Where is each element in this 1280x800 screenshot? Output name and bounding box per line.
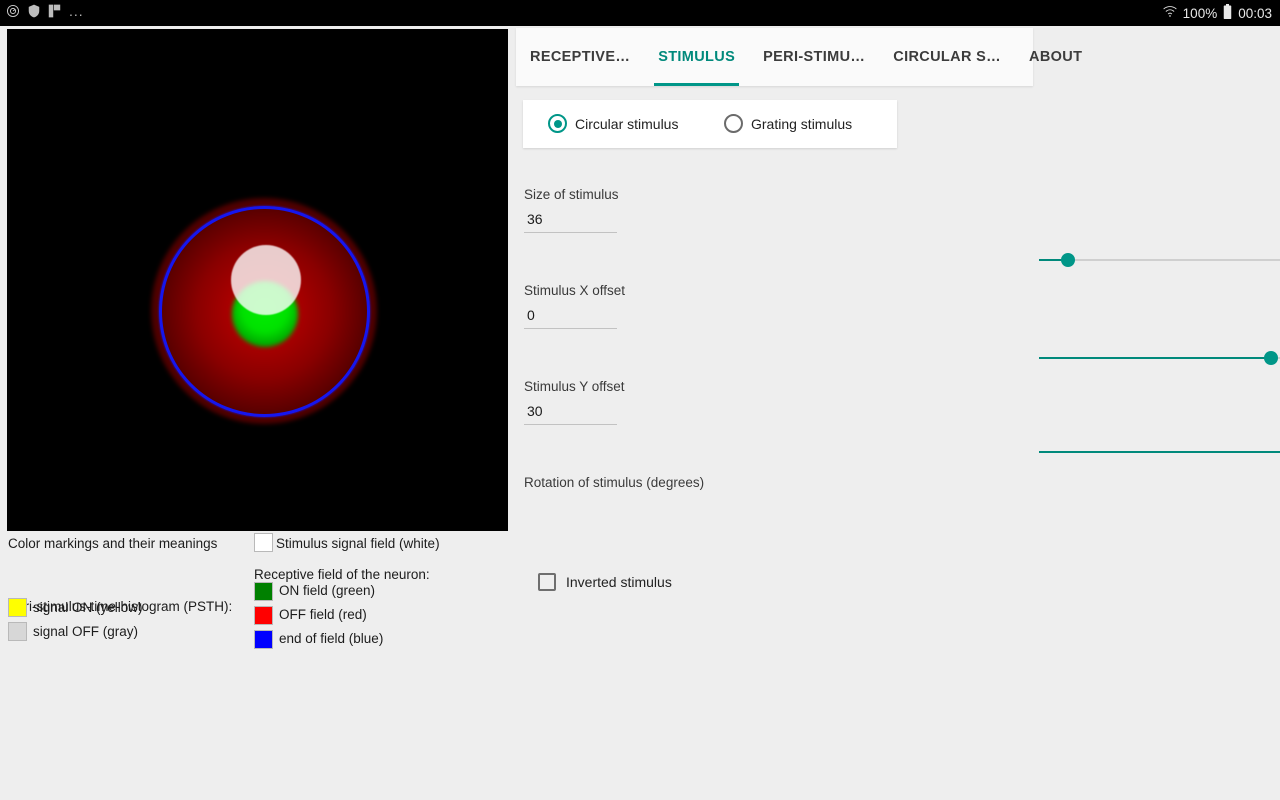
field-size-of-stimulus: Size of stimulus <box>524 187 619 233</box>
size-of-stimulus-label: Size of stimulus <box>524 187 619 202</box>
radio-unselected-icon <box>724 114 743 133</box>
radio-grating-stimulus-label: Grating stimulus <box>751 115 853 132</box>
tab-peri-stimulus[interactable]: PERI-STIMU… <box>749 28 879 86</box>
battery-percent-label: 100% <box>1182 5 1218 21</box>
stimulus-type-radio-group: Circular stimulus Grating stimulus <box>523 100 897 148</box>
legend-signal-on-label: signal ON (yellow) <box>33 600 143 615</box>
field-rotation-of-stimulus: Rotation of stimulus (degrees) <box>524 475 704 490</box>
tab-circular-s[interactable]: CIRCULAR S… <box>879 28 1015 86</box>
radio-grating-stimulus[interactable]: Grating stimulus <box>724 114 852 133</box>
checkbox-unchecked-icon <box>538 573 556 591</box>
slider-track <box>1039 259 1280 261</box>
flag-icon <box>48 4 61 23</box>
legend-end-of-field-label: end of field (blue) <box>279 631 384 646</box>
legend-on-field-label: ON field (green) <box>279 583 376 598</box>
stimulus-x-offset-label: Stimulus X offset <box>524 283 626 298</box>
tab-about[interactable]: ABOUT <box>1015 28 1096 86</box>
tab-list: RECEPTIVE… STIMULUS PERI-STIMU… CIRCULAR S…… <box>516 28 1096 86</box>
legend-receptive-field-heading: Receptive field of the neuron: <box>254 567 430 582</box>
yellow-swatch <box>8 598 27 617</box>
stimulus-y-offset-input[interactable] <box>524 403 617 425</box>
stimulus-type-card: Circular stimulus Grating stimulus <box>523 100 897 148</box>
stimulus-x-offset-input[interactable] <box>524 307 617 329</box>
slider-fill <box>1039 451 1280 453</box>
settings-pane: RECEPTIVE… STIMULUS PERI-STIMU… CIRCULAR S…… <box>508 26 1280 800</box>
tab-bar: RECEPTIVE… STIMULUS PERI-STIMU… CIRCULAR S…… <box>516 28 1082 86</box>
clock-icon <box>6 4 20 23</box>
status-bar-right: 100% 00:03 <box>1163 0 1272 26</box>
blue-swatch <box>254 630 273 649</box>
slider-fill <box>1039 357 1271 359</box>
status-bar-left-icons: ... <box>6 0 84 26</box>
gray-swatch <box>8 622 27 641</box>
legend-signal-off-label: signal OFF (gray) <box>33 624 139 639</box>
receptive-field-stimulus-canvas[interactable] <box>7 29 508 531</box>
red-swatch <box>254 606 273 625</box>
shield-icon <box>28 4 40 23</box>
legend-stimulus-field-label: Stimulus signal field (white) <box>276 536 440 551</box>
status-bar: ... 100% 00:03 <box>0 0 1280 26</box>
stimulus-y-offset-slider[interactable] <box>1039 443 1280 461</box>
white-swatch <box>254 533 273 552</box>
legend-heading: Color markings and their meanings <box>8 536 218 551</box>
slider-thumb[interactable] <box>1061 253 1076 267</box>
green-swatch <box>254 582 273 601</box>
wifi-icon <box>1163 5 1177 21</box>
radio-circular-stimulus[interactable]: Circular stimulus <box>548 114 678 133</box>
stimulus-y-offset-label: Stimulus Y offset <box>524 379 625 394</box>
radio-circular-stimulus-label: Circular stimulus <box>575 115 679 132</box>
legend: Color markings and their meanings Peri-s… <box>0 531 508 671</box>
tab-receptive[interactable]: RECEPTIVE… <box>516 28 644 86</box>
battery-icon <box>1223 4 1232 22</box>
stimulus-signal-field <box>231 245 301 315</box>
field-stimulus-x-offset: Stimulus X offset <box>524 283 625 329</box>
inverted-stimulus-checkbox[interactable]: Inverted stimulus <box>538 573 672 591</box>
slider-thumb[interactable] <box>1263 351 1278 365</box>
rotation-of-stimulus-label: Rotation of stimulus (degrees) <box>524 475 705 490</box>
clock-label: 00:03 <box>1238 5 1272 21</box>
overflow-dots-icon: ... <box>69 2 84 19</box>
size-of-stimulus-input[interactable] <box>524 211 617 233</box>
size-of-stimulus-slider[interactable] <box>1039 251 1280 269</box>
tab-stimulus[interactable]: STIMULUS <box>644 28 749 86</box>
stimulus-x-offset-slider[interactable] <box>1039 349 1280 367</box>
legend-off-field-label: OFF field (red) <box>279 607 367 622</box>
radio-selected-icon <box>548 114 567 133</box>
field-stimulus-y-offset: Stimulus Y offset <box>524 379 625 425</box>
inverted-stimulus-label: Inverted stimulus <box>566 574 672 590</box>
